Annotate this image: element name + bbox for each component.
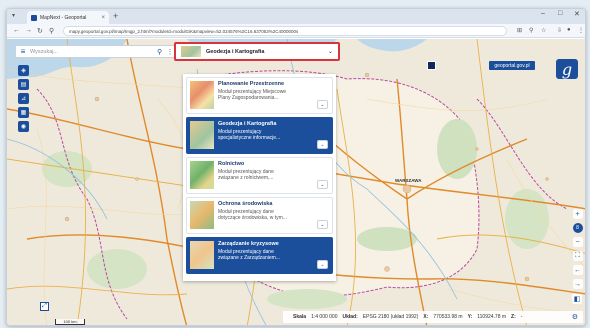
map-marker-square[interactable] <box>427 61 436 70</box>
close-tab-icon[interactable]: × <box>101 15 105 21</box>
module-list: Planowanie Przestrzenne Moduł prezentują… <box>183 74 336 281</box>
module-dropdown-label: Geodezja i Kartografia <box>206 48 265 55</box>
module-desc-line2: specjalistyczne informacje... <box>218 135 281 141</box>
tab-strip: ▾ MapNext - Geoportal × + – □ ✕ <box>7 9 585 24</box>
document-icon[interactable]: ▦ <box>18 107 29 118</box>
chevron-down-icon: ⌄ <box>327 49 333 55</box>
reload-icon[interactable]: ↻ <box>37 27 43 35</box>
more-options-icon[interactable]: ⋮ <box>166 48 174 56</box>
module-thumbnail <box>190 241 214 269</box>
module-desc-line2: związane z rolnictwem,... <box>218 175 274 181</box>
zoom-page-icon[interactable]: ⚲ <box>529 27 533 34</box>
zoom-out-icon[interactable]: − <box>572 237 583 247</box>
module-desc-line2: Plany Zagospodarowania... <box>218 95 279 101</box>
bookmark-star-icon[interactable]: ☆ <box>541 27 546 34</box>
chevron-down-icon[interactable]: ⌄ <box>317 260 328 269</box>
download-icon[interactable]: ⇩ <box>557 27 562 34</box>
module-thumbnail <box>190 121 214 149</box>
browser-menu-icon[interactable]: ⋮ <box>578 27 584 34</box>
back-icon[interactable]: ← <box>13 27 20 34</box>
module-title: Rolnictwo <box>218 161 245 167</box>
module-thumbnail <box>190 81 214 109</box>
zoom-in-icon[interactable]: + <box>572 209 583 219</box>
module-desc-line2: dotyczące środowiska, w tym... <box>218 215 287 221</box>
geoportal-link[interactable]: geoportal.gov.pl <box>489 61 535 70</box>
hamburger-menu-icon[interactable]: ≡ <box>16 47 30 56</box>
measure-icon[interactable]: ⊿ <box>18 93 29 104</box>
geoportal-logo[interactable]: g <box>556 59 578 79</box>
module-card-ochrona[interactable]: Ochrona środowiska Moduł prezentujący da… <box>186 197 333 234</box>
module-card-geodezja[interactable]: Geodezja i Kartografia Moduł prezentując… <box>186 117 333 154</box>
basemap-icon[interactable]: ◧ <box>572 294 582 304</box>
module-card-planowanie[interactable]: Planowanie Przestrzenne Moduł prezentują… <box>186 77 333 114</box>
module-thumbnail <box>190 201 214 229</box>
module-title: Zarządzanie kryzysowe <box>218 241 279 247</box>
site-info-icon[interactable]: ⚲ <box>49 27 54 35</box>
x-value: 770533.98 m <box>433 314 463 320</box>
module-title: Ochrona środowiska <box>218 201 273 207</box>
next-view-icon[interactable]: → <box>572 279 583 289</box>
layers-icon[interactable]: ◈ <box>18 65 29 76</box>
chevron-down-icon[interactable]: ⌄ <box>317 180 328 189</box>
tab-title: MapNext - Geoportal <box>40 14 87 21</box>
chevron-down-icon[interactable]: ⌄ <box>317 220 328 229</box>
overview-map-icon[interactable]: ⤢ <box>40 302 49 311</box>
translate-icon[interactable]: ⊞ <box>517 27 522 34</box>
maximize-icon[interactable]: □ <box>558 10 562 17</box>
chevron-down-icon[interactable]: ⌄ <box>317 140 328 149</box>
search-input[interactable]: Wyszukaj... <box>30 49 157 55</box>
tab-search-icon[interactable]: ▾ <box>12 12 15 19</box>
y-label: Y: <box>467 314 473 320</box>
settings-icon[interactable]: ⚙ <box>572 313 578 321</box>
left-toolbar: ◈ ▤ ⊿ ▦ ◉ <box>18 65 29 132</box>
z-label: Z: <box>511 314 516 320</box>
geoportal-favicon-icon <box>31 14 37 21</box>
search-bar: ≡ Wyszukaj... ⚲ ⋮ <box>15 45 175 58</box>
scale-value[interactable]: 1:4 000 000 <box>311 314 337 320</box>
right-toolbar: + 8 − ⛶ ← → <box>572 209 583 289</box>
status-bar: Skala 1:4 000 000 Układ: EPSG 2180 (ukła… <box>283 311 583 323</box>
y-value: 110924.78 m <box>477 314 507 320</box>
browser-tab[interactable]: MapNext - Geoportal × <box>27 11 109 24</box>
module-card-zarzadzanie[interactable]: Zarządzanie kryzysowe Moduł prezentujący… <box>186 237 333 274</box>
zoom-level-indicator: 8 <box>572 223 583 233</box>
module-thumbnail <box>181 46 201 57</box>
module-title: Geodezja i Kartografia <box>218 121 277 127</box>
crs-value[interactable]: EPSG 2180 (układ 1992) <box>363 314 419 320</box>
module-dropdown[interactable]: Geodezja i Kartografia ⌄ <box>174 42 340 61</box>
camera-icon[interactable]: ◉ <box>18 121 29 132</box>
module-desc-line2: związane z Zarządzaniem... <box>218 255 280 261</box>
module-thumbnail <box>190 161 214 189</box>
search-icon[interactable]: ⚲ <box>157 48 166 56</box>
z-value: - <box>520 314 523 320</box>
minimize-icon[interactable]: – <box>541 10 545 17</box>
url-text: mapy.geoportal.gov.pl/imap/Imgp_2.html?m… <box>69 28 299 34</box>
scale-bar: 100 km <box>55 319 85 325</box>
module-title: Planowanie Przestrzenne <box>218 81 285 87</box>
close-window-icon[interactable]: ✕ <box>574 10 580 18</box>
crs-label: Układ: <box>342 314 358 320</box>
print-icon[interactable]: ▤ <box>18 79 29 90</box>
forward-icon[interactable]: → <box>25 27 32 34</box>
fullscreen-icon[interactable]: ⛶ <box>572 251 583 261</box>
new-tab-button[interactable]: + <box>113 11 118 21</box>
browser-toolbar: ← → ↻ ⚲ mapy.geoportal.gov.pl/imap/Imgp_… <box>7 24 585 38</box>
profile-icon[interactable]: ● <box>567 27 571 33</box>
module-card-rolnictwo[interactable]: Rolnictwo Moduł prezentujący dane związa… <box>186 157 333 194</box>
scale-label: Skala <box>293 314 307 320</box>
previous-view-icon[interactable]: ← <box>572 265 583 275</box>
chevron-down-icon[interactable]: ⌄ <box>317 100 328 109</box>
address-bar[interactable]: mapy.geoportal.gov.pl/imap/Imgp_2.html?m… <box>63 26 507 36</box>
warsaw-label: WARSZAWA <box>395 178 422 183</box>
x-label: X: <box>423 314 429 320</box>
